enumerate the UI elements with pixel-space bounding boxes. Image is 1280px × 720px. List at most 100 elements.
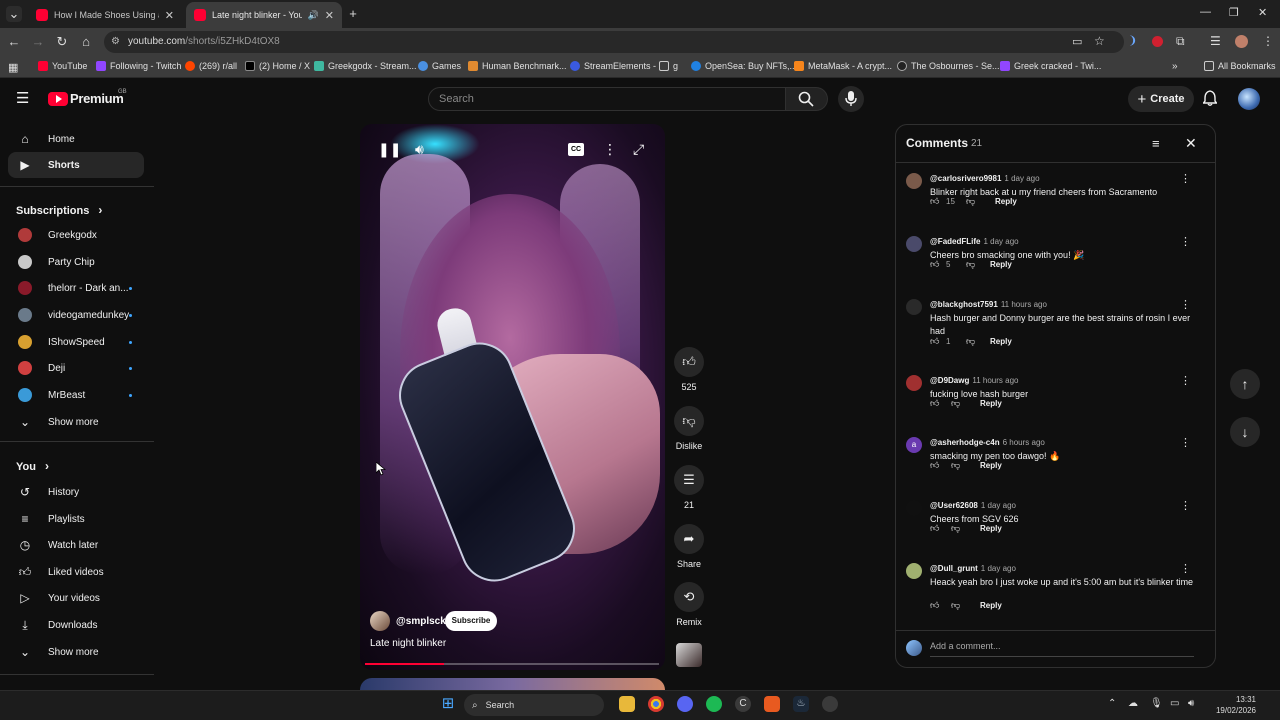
youtube-logo-icon[interactable] xyxy=(48,92,68,106)
search-input[interactable]: Search xyxy=(428,87,786,111)
sidebar-item-history[interactable]: ↺ History xyxy=(8,479,144,505)
comment-author[interactable]: @asherhodge-c4n 6 hours ago xyxy=(930,438,1045,447)
app-icon[interactable] xyxy=(822,696,838,712)
search-button[interactable] xyxy=(786,87,828,111)
comment-reply-button[interactable]: Reply xyxy=(995,197,1017,206)
bookmark-folder-g[interactable]: g xyxy=(659,61,678,71)
next-short-preview[interactable] xyxy=(360,678,665,690)
comment-avatar[interactable] xyxy=(906,173,922,189)
fullscreen-icon[interactable]: ⤢ xyxy=(633,141,644,158)
comment-dislike-icon[interactable]: 👎︎ xyxy=(966,259,975,270)
tab-search-button[interactable]: ⌄ xyxy=(6,6,22,22)
sound-thumbnail[interactable] xyxy=(676,643,702,667)
comment-dislike-icon[interactable]: 👎︎ xyxy=(966,196,975,207)
notifications-bell-icon[interactable] xyxy=(1202,90,1218,109)
extensions-puzzle-icon[interactable]: ⧉ xyxy=(1176,34,1185,49)
comment-reply-button[interactable]: Reply xyxy=(980,524,1002,533)
bookmark-youtube[interactable]: YouTube xyxy=(38,61,87,71)
sidebar-item-subscription[interactable]: MrBeast xyxy=(8,382,144,408)
discord-icon[interactable] xyxy=(677,696,693,712)
sidebar-item-your-videos[interactable]: ▷ Your videos xyxy=(8,585,144,611)
comment-menu-icon[interactable]: ⋮ xyxy=(1180,499,1191,512)
share-button[interactable]: ➦ xyxy=(674,524,704,554)
bookmark-human-benchmark[interactable]: Human Benchmark... xyxy=(468,61,567,71)
bookmark-twitch[interactable]: Following - Twitch xyxy=(96,61,181,71)
comment-dislike-icon[interactable]: 👎︎ xyxy=(951,460,960,471)
voice-search-button[interactable] xyxy=(838,86,864,112)
more-options-icon[interactable]: ⋮ xyxy=(603,141,617,158)
comment-like-icon[interactable]: 👍︎ xyxy=(930,259,939,270)
bookmark-games[interactable]: Games xyxy=(418,61,461,71)
bookmark-streamelements[interactable]: StreamElements - xyxy=(570,61,656,71)
windows-start-icon[interactable]: ⊞ xyxy=(440,696,456,712)
comment-reply-button[interactable]: Reply xyxy=(990,260,1012,269)
like-button[interactable]: 👍︎ xyxy=(674,347,704,377)
remix-button[interactable]: ⟲ xyxy=(674,582,704,612)
sidebar-item-downloads[interactable]: ⤓ Downloads xyxy=(8,612,144,638)
comment-like-icon[interactable]: 👍︎ xyxy=(930,336,939,347)
home-icon[interactable]: ⌂ xyxy=(78,34,94,50)
spotify-icon[interactable] xyxy=(706,696,722,712)
close-window-button[interactable]: ✕ xyxy=(1258,6,1267,19)
comment-reply-button[interactable]: Reply xyxy=(980,461,1002,470)
sidebar-item-subscription[interactable]: Deji xyxy=(8,355,144,381)
bookmark-greek-cracked[interactable]: Greek cracked - Twi... xyxy=(1000,61,1101,71)
comment-like-icon[interactable]: 👍︎ xyxy=(930,523,939,534)
comment-menu-icon[interactable]: ⋮ xyxy=(1180,374,1191,387)
sidebar-item-subscription[interactable]: thelorr - Dark an... xyxy=(8,275,144,301)
comment-author[interactable]: @User62608 1 day ago xyxy=(930,501,1016,510)
app-icon[interactable] xyxy=(764,696,780,712)
bookmark-metamask[interactable]: MetaMask - A crypt... xyxy=(794,61,892,71)
browser-menu-icon[interactable]: ⋮ xyxy=(1262,34,1274,48)
logo-text[interactable]: Premium xyxy=(70,91,124,106)
sidebar-item-watch-later[interactable]: ◷ Watch later xyxy=(8,532,144,558)
sidebar-item-playlists[interactable]: ≡ Playlists xyxy=(8,506,144,532)
comment-avatar[interactable] xyxy=(906,375,922,391)
site-info-icon[interactable]: ⚙ xyxy=(111,36,120,47)
bookmark-x[interactable]: (2) Home / X xyxy=(245,61,310,71)
new-tab-button[interactable]: + xyxy=(345,6,361,22)
comment-avatar[interactable] xyxy=(906,299,922,315)
comment-reply-button[interactable]: Reply xyxy=(980,601,1002,610)
all-bookmarks[interactable]: All Bookmarks xyxy=(1204,61,1276,71)
file-explorer-icon[interactable] xyxy=(619,696,635,712)
more-bookmarks-icon[interactable]: » xyxy=(1172,61,1178,72)
sidebar-item-liked-videos[interactable]: 👍︎ Liked videos xyxy=(8,559,144,585)
comment-author[interactable]: @D9Dawg 11 hours ago xyxy=(930,376,1018,385)
bookmark-greekgodx[interactable]: Greekgodx - Stream... xyxy=(314,61,417,71)
steam-icon[interactable]: ♨ xyxy=(793,696,809,712)
comment-like-icon[interactable]: 👍︎ xyxy=(930,398,939,409)
sidebar-item-shorts[interactable]: ▶ Shorts xyxy=(8,152,144,178)
apps-grid-icon[interactable]: ▦ xyxy=(8,61,18,74)
sidebar-item-home[interactable]: ⌂ Home xyxy=(8,126,144,152)
comment-avatar[interactable] xyxy=(906,236,922,252)
pause-icon[interactable]: ❚❚ xyxy=(378,141,401,158)
bookmark-star-icon[interactable]: ☆ xyxy=(1094,34,1105,48)
comment-menu-icon[interactable]: ⋮ xyxy=(1180,235,1191,248)
sidebar-item-subscription[interactable]: Greekgodx xyxy=(8,222,144,248)
comment-avatar[interactable]: a xyxy=(906,437,922,453)
sidebar-item-subscription[interactable]: videogamedunkey xyxy=(8,302,144,328)
reading-list-icon[interactable]: ☰ xyxy=(1210,34,1221,48)
comment-like-icon[interactable]: 👍︎ xyxy=(930,460,939,471)
forward-icon[interactable]: → xyxy=(30,34,46,50)
onedrive-icon[interactable]: ☁ xyxy=(1128,698,1138,709)
comment-menu-icon[interactable]: ⋮ xyxy=(1180,562,1191,575)
close-tab-icon[interactable]: ✕ xyxy=(165,9,174,22)
back-icon[interactable]: ← xyxy=(6,34,22,50)
minimize-button[interactable]: — xyxy=(1200,6,1211,18)
comment-reply-button[interactable]: Reply xyxy=(990,337,1012,346)
speaker-icon[interactable]: 🔊 xyxy=(308,10,319,21)
comment-avatar[interactable] xyxy=(906,563,922,579)
cast-icon[interactable]: ▭ xyxy=(1072,35,1082,48)
next-short-button[interactable]: ↓ xyxy=(1230,417,1260,447)
comment-reply-button[interactable]: Reply xyxy=(980,399,1002,408)
previous-short-button[interactable]: ↑ xyxy=(1230,369,1260,399)
bookmark-reddit[interactable]: (269) r/all xyxy=(185,61,237,71)
captions-button[interactable]: CC xyxy=(568,143,584,156)
account-avatar[interactable] xyxy=(1238,88,1260,110)
close-tab-icon[interactable]: ✕ xyxy=(325,9,334,22)
channel-avatar[interactable] xyxy=(370,611,390,631)
comment-author[interactable]: @Dull_grunt 1 day ago xyxy=(930,564,1016,573)
you-show-more[interactable]: ⌄ Show more xyxy=(8,639,144,665)
